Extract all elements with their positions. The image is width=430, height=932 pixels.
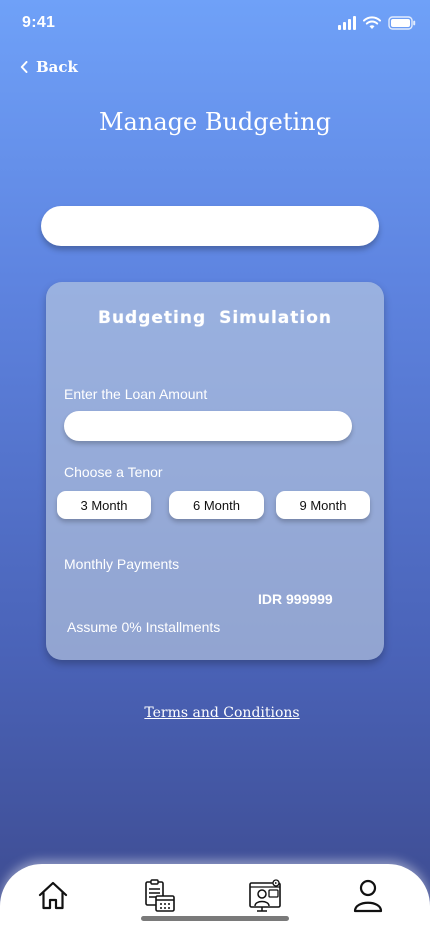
planner-icon [145, 879, 175, 912]
chevron-left-icon [20, 61, 28, 73]
nav-consultation[interactable] [245, 876, 285, 916]
back-label: Back [36, 58, 78, 76]
battery-icon [388, 16, 416, 30]
loan-amount-input[interactable] [64, 411, 352, 441]
back-button[interactable]: Back [20, 58, 78, 76]
consultation-icon [249, 879, 281, 912]
nav-home[interactable] [33, 876, 73, 916]
home-icon [38, 881, 68, 910]
budgeting-simulation-card: Budgeting Simulation Enter the Loan Amou… [46, 282, 384, 660]
loan-amount-label: Enter the Loan Amount [64, 386, 208, 402]
nav-planner[interactable] [139, 876, 179, 916]
tenor-9-month-button[interactable]: 9 Month [276, 491, 370, 519]
signal-icon [338, 16, 356, 30]
profile-icon [353, 879, 383, 913]
nav-profile[interactable] [348, 876, 388, 916]
terms-link[interactable]: Terms and Conditions [0, 705, 430, 721]
monthly-payment-amount: IDR 999999 [258, 591, 333, 607]
tenor-3-month-button[interactable]: 3 Month [57, 491, 151, 519]
home-indicator [141, 916, 289, 921]
installment-note: Assume 0% Installments [67, 619, 221, 635]
tenor-label: Choose a Tenor [64, 464, 163, 480]
tenor-6-month-button[interactable]: 6 Month [169, 491, 264, 519]
monthly-payments-label: Monthly Payments [64, 556, 180, 572]
page-title: Manage Budgeting [98, 108, 331, 136]
status-time: 9:41 [22, 14, 56, 31]
search-input[interactable] [41, 206, 379, 246]
status-bar: 9:41 [0, 0, 430, 50]
wifi-icon [363, 16, 381, 30]
status-icons [338, 16, 416, 30]
card-title: Budgeting Simulation [98, 308, 332, 328]
bottom-nav [0, 864, 430, 932]
